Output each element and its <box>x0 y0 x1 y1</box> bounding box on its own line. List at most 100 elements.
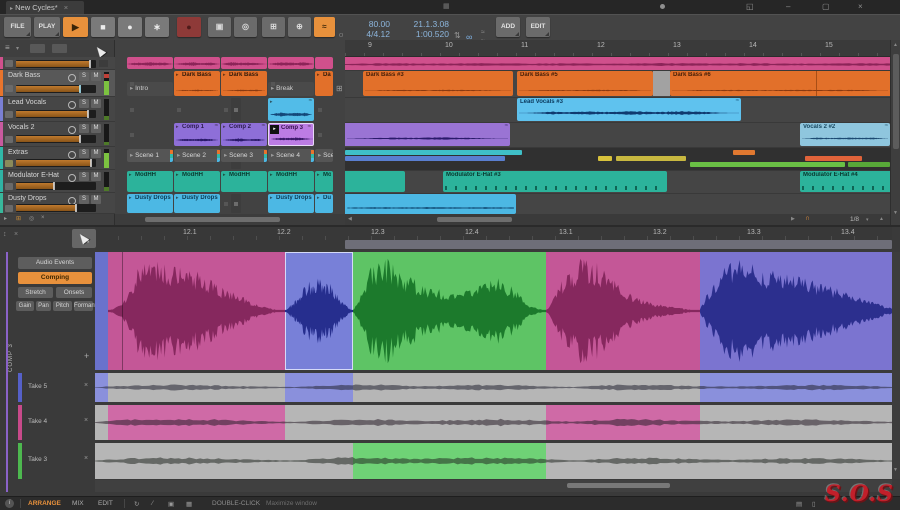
arranger-clip-db6[interactable]: Dark Bass #6 <box>670 71 890 96</box>
empty-slot[interactable] <box>315 123 333 146</box>
track-name[interactable]: Vocals 2 <box>8 124 34 131</box>
tab-edit[interactable]: EDIT <box>98 500 113 507</box>
arranger-clip-v22[interactable]: Vocals 2 #2 ≈ <box>800 123 890 146</box>
arranger-clip-mod-partial[interactable] <box>345 171 405 192</box>
audio-events-button[interactable]: Audio Events <box>18 257 92 269</box>
empty-slot[interactable] <box>315 98 333 121</box>
edit-menu-button[interactable]: EDIT <box>526 17 550 37</box>
mute-button[interactable]: M <box>91 72 101 81</box>
undo-icon[interactable]: ↻ <box>134 500 139 508</box>
editor-scroll-thumb[interactable] <box>567 483 670 488</box>
scroll-down-icon[interactable]: ▼ <box>893 210 898 216</box>
mute-button[interactable]: M <box>91 149 101 158</box>
tab-close-icon[interactable]: × <box>64 3 68 12</box>
snap-caret-icon[interactable]: ▾ <box>866 217 869 223</box>
loop-region[interactable] <box>345 240 892 249</box>
track-stack-icon[interactable]: ≡ <box>5 43 10 52</box>
monitor-icon[interactable] <box>68 151 76 159</box>
editor-resize-icon[interactable]: ↕ <box>3 231 7 238</box>
file-menu-button[interactable]: FILE <box>4 17 31 37</box>
take-lane-4[interactable] <box>95 405 892 440</box>
comp-segment-pink[interactable] <box>108 252 285 370</box>
launcher-scroll-thumb[interactable] <box>145 217 280 222</box>
arranger-scrollbar[interactable]: ◀ ▶ ∩ 1/8 ▾ ▲ <box>345 214 890 225</box>
launcher-scrollbar[interactable] <box>115 214 345 225</box>
footer-pointer-icon[interactable]: ▸ <box>4 215 7 222</box>
add-track-button[interactable]: ADD <box>496 17 520 37</box>
display-profile-button[interactable]: ▣ <box>208 17 231 37</box>
launcher-clip[interactable] <box>221 57 267 69</box>
empty-slot[interactable] <box>127 98 173 121</box>
arranger-clip-db3[interactable]: Dark Bass #3 <box>363 71 513 96</box>
launcher-clip-modhh[interactable]: ▸ModHH <box>221 171 267 192</box>
solo-button[interactable]: S <box>79 195 89 204</box>
take-close-icon[interactable]: × <box>84 382 88 389</box>
solo-button[interactable]: S <box>79 124 89 133</box>
launcher-clip-comp-1[interactable]: ▸ Comp 1 ≈ <box>174 123 220 146</box>
cell-layout-icon[interactable]: ▦ <box>186 500 192 508</box>
volume-slider[interactable] <box>16 204 96 212</box>
volume-slider[interactable] <box>16 85 96 93</box>
monitor-icon[interactable] <box>68 101 76 109</box>
punch-icons[interactable]: ⇅ <box>454 31 461 40</box>
folder-icon[interactable] <box>5 160 13 167</box>
volume-slider[interactable] <box>16 182 96 190</box>
track-row-partial[interactable] <box>0 57 115 70</box>
empty-slot[interactable] <box>221 194 267 213</box>
volume-slider[interactable] <box>16 60 96 68</box>
panel-toggle-1[interactable] <box>30 44 45 53</box>
add-take-icon[interactable]: + <box>84 351 89 361</box>
scroll-up-icon[interactable]: ▲ <box>893 42 898 48</box>
comp-segment-blue[interactable] <box>95 252 108 370</box>
zoom-fit-icon[interactable]: ▲ <box>879 216 884 222</box>
launcher-clip[interactable] <box>315 57 333 69</box>
play-button[interactable]: ▶ <box>63 17 88 37</box>
tab-arrange[interactable]: ARRANGE <box>28 500 61 507</box>
comp-segment-green[interactable] <box>353 252 546 370</box>
solo-button[interactable]: S <box>79 72 89 81</box>
arranger-clip-db5[interactable]: Dark Bass #5 <box>517 71 653 96</box>
editor-pointer-tool[interactable]: ▾ <box>72 229 96 248</box>
close-icon[interactable]: × <box>858 2 863 12</box>
onsets-button[interactable]: Onsets <box>56 287 92 298</box>
track-row-extras[interactable]: Extras S M <box>0 147 115 170</box>
monitor-icon[interactable] <box>68 174 76 182</box>
launcher-clip-dusty[interactable]: ▸Dusty Drops <box>127 194 173 213</box>
group-scene-4[interactable]: ▸ Scene 4 <box>268 149 314 162</box>
launcher-clip-lead-vocals[interactable]: ▸ ≈ <box>268 98 314 121</box>
time-selection[interactable] <box>653 71 670 96</box>
arranger-clip-mod3[interactable]: Modulator E-Hat #3 <box>443 171 667 192</box>
project-tab[interactable]: ▸ New Cycles* × <box>6 1 84 14</box>
take-close-icon[interactable]: × <box>84 417 88 424</box>
group-scene-1[interactable]: ▸ Scene 1 <box>127 149 173 162</box>
dual-display-button[interactable]: ⊞ <box>262 17 285 37</box>
empty-slot[interactable] <box>174 98 220 121</box>
arranger-clip-lv3[interactable]: Lead Vocals #3 ≈ <box>517 98 741 121</box>
launcher-clip-comp-3[interactable]: ▸ Comp 3 ≈ <box>268 123 314 146</box>
mute-button[interactable]: M <box>91 195 101 204</box>
monitor-icon[interactable] <box>68 74 76 82</box>
comp-segment-purple[interactable] <box>700 252 892 370</box>
track-row-dusty-drops[interactable]: Dusty Drops S M <box>0 193 115 214</box>
comp-segment-blue-selected[interactable] <box>285 252 353 370</box>
volume-slider[interactable] <box>16 135 96 143</box>
formant-button[interactable]: Formant <box>74 301 96 311</box>
footer-close-icon[interactable]: × <box>41 215 45 221</box>
groove-button[interactable]: ≈ <box>314 17 335 37</box>
group-scene-3[interactable]: ▸ Scene 3 <box>221 149 267 162</box>
minimize-icon[interactable]: – <box>786 2 790 12</box>
track-name[interactable]: Dusty Drops <box>8 195 47 202</box>
comp-segment-pink-2[interactable] <box>546 252 700 370</box>
solo-button[interactable]: S <box>79 149 89 158</box>
empty-slot[interactable] <box>221 98 267 121</box>
maximize-icon[interactable]: ▢ <box>822 2 830 12</box>
play-menu-button[interactable]: PLAY <box>34 17 60 37</box>
file-page-icon[interactable]: ▯ <box>812 500 816 508</box>
info-icon[interactable]: i <box>5 499 14 508</box>
scroll-right-icon[interactable]: ▶ <box>791 216 795 222</box>
panel-toggle-2[interactable] <box>52 44 67 53</box>
editor-scroll-down-icon[interactable]: ▼ <box>893 467 898 473</box>
arranger-vscroll-thumb[interactable] <box>893 54 899 149</box>
arranger-clip-dusty[interactable] <box>345 194 516 214</box>
mute-button[interactable]: M <box>91 99 101 108</box>
